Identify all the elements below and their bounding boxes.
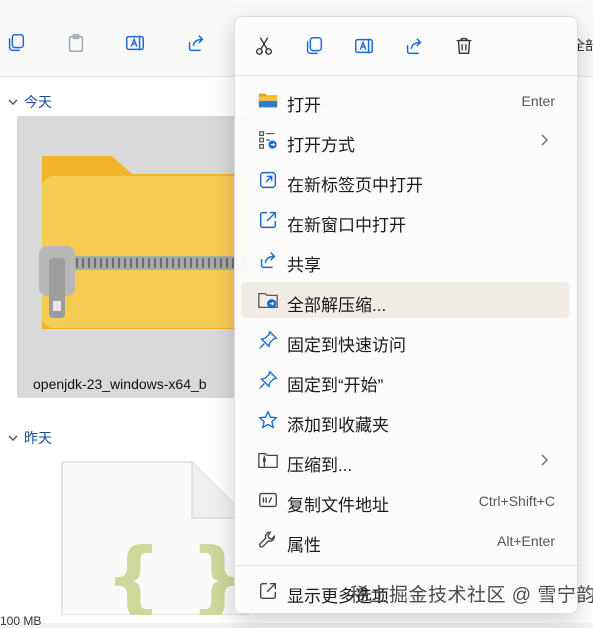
wrench-icon (257, 529, 279, 551)
delete-icon[interactable] (451, 33, 477, 59)
menu-item-label: 固定到“开始” (287, 376, 384, 395)
menu-item-pin-quick-access[interactable]: 固定到快速访问 (241, 322, 569, 358)
quick-actions-bar (235, 17, 577, 76)
menu-item-shortcut: Enter (521, 93, 555, 109)
new-tab-icon (257, 169, 279, 191)
group-label: 今天 (24, 94, 52, 110)
menu-item-open-with[interactable]: 打开方式 (241, 122, 569, 158)
pin-icon (257, 329, 279, 351)
open-with-icon (257, 129, 279, 151)
rename-icon[interactable] (351, 33, 377, 59)
menu-item-label: 复制文件地址 (287, 496, 389, 515)
chevron-right-icon (541, 454, 548, 466)
menu-item-label: 打开方式 (287, 136, 355, 155)
share-icon[interactable] (185, 32, 209, 56)
menu-item-label: 属性 (287, 536, 321, 555)
copy-icon[interactable] (5, 32, 29, 56)
svg-text:{ }: { } (105, 531, 247, 615)
chevron-right-icon (541, 134, 548, 146)
menu-item-label: 添加到收藏夹 (287, 416, 389, 435)
menu-item-label: 在新标签页中打开 (287, 176, 423, 195)
extract-icon (257, 289, 279, 311)
menu-item-properties[interactable]: 属性 Alt+Enter (241, 522, 569, 558)
menu-separator (235, 565, 577, 566)
menu-item-pin-start[interactable]: 固定到“开始” (241, 362, 569, 398)
copy-path-icon (257, 489, 279, 511)
menu-item-extract-all[interactable]: 全部解压缩... (241, 282, 569, 318)
share-icon[interactable] (401, 33, 427, 59)
rename-icon[interactable] (124, 32, 148, 56)
menu-item-label: 压缩到... (287, 456, 353, 475)
menu-item-open[interactable]: 打开 Enter (241, 82, 569, 118)
chevron-down-icon (8, 435, 18, 441)
paste-icon[interactable] (65, 32, 89, 56)
more-options-icon (257, 580, 279, 602)
zip-file-tile[interactable]: openjdk-23_windows-x64_b (17, 116, 247, 398)
chevron-down-icon (8, 99, 18, 105)
menu-item-open-new-tab[interactable]: 在新标签页中打开 (241, 162, 569, 198)
menu-item-shortcut: Ctrl+Shift+C (478, 493, 555, 509)
menu-item-label: 全部解压缩... (287, 296, 387, 315)
new-window-icon (257, 209, 279, 231)
cut-icon[interactable] (251, 33, 277, 59)
zip-folder-icon (39, 156, 247, 329)
menu-item-copy-path[interactable]: 复制文件地址 Ctrl+Shift+C (241, 482, 569, 518)
star-icon (257, 409, 279, 431)
file-name-label: openjdk-23_windows-x64_b (33, 376, 207, 392)
menu-item-label: 在新窗口中打开 (287, 216, 406, 235)
context-menu: 打开 Enter 打开方式 在新标签页中打开 在新窗口中打开 共享 全部解压缩.… (234, 16, 578, 614)
menu-item-shortcut: Alt+Enter (497, 533, 555, 549)
compress-icon (257, 449, 279, 471)
json-file-icon: { } (61, 461, 249, 624)
folder-icon (257, 89, 279, 111)
menu-item-share[interactable]: 共享 (241, 242, 569, 278)
watermark-text: 稀土掘金技术社区 @ 雪宁韵 (350, 585, 593, 606)
file-size-label: 100 MB (0, 614, 42, 628)
menu-item-label: 共享 (287, 256, 321, 275)
menu-item-compress-to[interactable]: 压缩到... (241, 442, 569, 478)
menu-item-add-favorites[interactable]: 添加到收藏夹 (241, 402, 569, 438)
json-file-thumbnail[interactable]: { } (60, 460, 250, 624)
group-header-yesterday[interactable]: 昨天 (8, 428, 52, 448)
menu-item-open-new-window[interactable]: 在新窗口中打开 (241, 202, 569, 238)
menu-item-label: 打开 (287, 96, 321, 115)
group-label: 昨天 (24, 430, 52, 446)
menu-item-label: 固定到快速访问 (287, 336, 406, 355)
share-icon (257, 249, 279, 271)
group-header-today[interactable]: 今天 (8, 92, 52, 112)
pin-icon (257, 369, 279, 391)
copy-icon[interactable] (301, 33, 327, 59)
